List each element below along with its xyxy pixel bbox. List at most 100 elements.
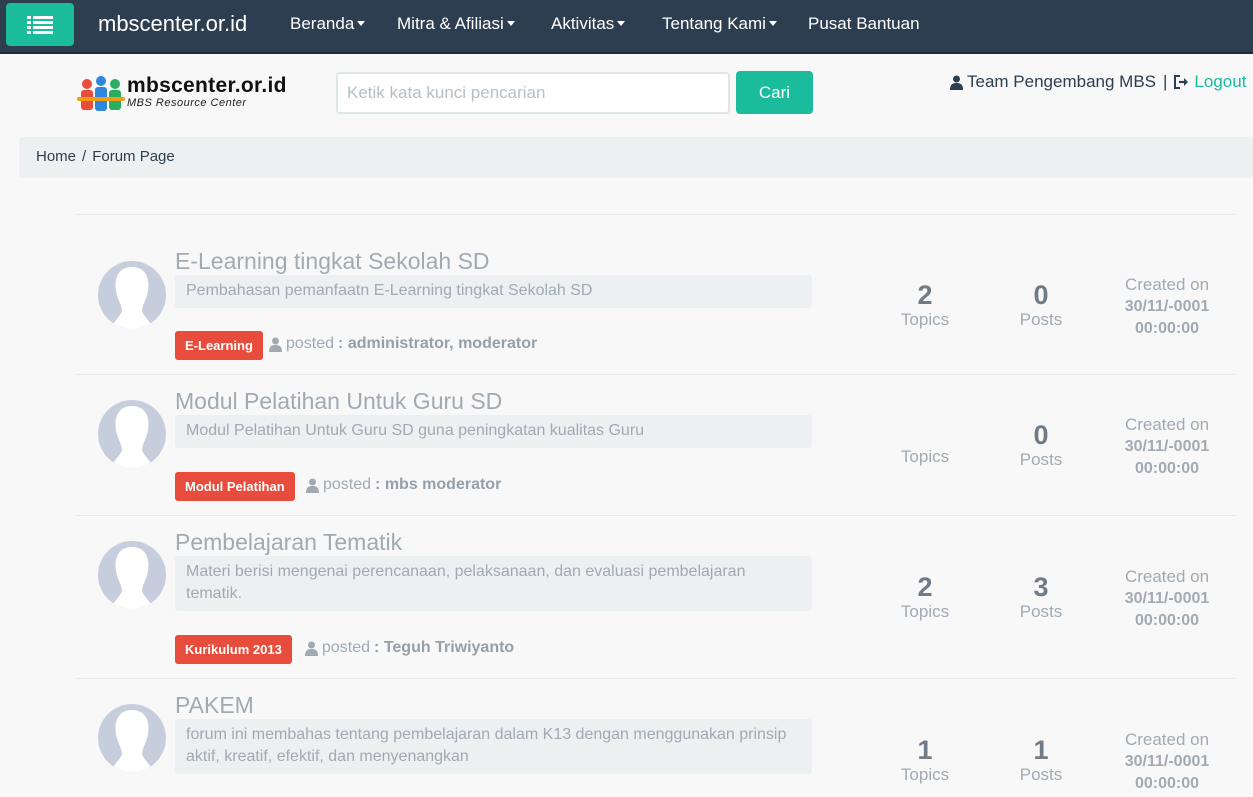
created-date: 30/11/-0001 [1124, 590, 1210, 607]
user-icon [306, 478, 319, 493]
created-label: Created on [1124, 275, 1210, 294]
avatar [98, 704, 166, 772]
topics-count: 2 [917, 280, 933, 310]
menu-toggle-button[interactable] [6, 3, 74, 46]
created-label: Created on [1124, 415, 1210, 434]
search-input[interactable] [336, 72, 730, 114]
posted-label: posted [286, 335, 335, 352]
posts-count: 1 [1033, 735, 1049, 765]
posted-by-names: : Teguh Triwiyanto [374, 639, 515, 656]
breadcrumb: Home / Forum Page [19, 137, 1253, 178]
posts-stat: 3 Posts [981, 572, 1101, 622]
posted-by: posted: mbs moderator [306, 476, 501, 494]
forum-title-link[interactable]: PAKEM [175, 692, 254, 719]
breadcrumb-separator: / [82, 148, 87, 165]
topics-stat: 2 Topics [865, 572, 985, 622]
posts-stat: 0 Posts [981, 280, 1101, 330]
caret-down-icon [506, 21, 515, 26]
sign-out-icon [1174, 75, 1189, 89]
created-time: 00:00:00 [1134, 460, 1200, 477]
nav-item-label: Pusat Bantuan [808, 14, 920, 33]
forum-title-link[interactable]: E-Learning tingkat Sekolah SD [175, 248, 490, 275]
posts-count: 3 [1033, 572, 1049, 602]
created-time: 00:00:00 [1134, 320, 1200, 337]
forum-row[interactable]: E-Learning tingkat Sekolah SD Pembahasan… [76, 235, 1235, 375]
posted-by-names: : administrator, moderator [338, 335, 538, 352]
topics-label: Topics [900, 765, 950, 784]
forum-description: Pembahasan pemanfaatn E-Learning tingkat… [175, 275, 812, 308]
posts-label: Posts [1019, 765, 1063, 784]
topics-count: 2 [917, 572, 933, 602]
forum-title-link[interactable]: Pembelajaran Tematik [175, 529, 402, 556]
topics-count: 1 [917, 735, 933, 765]
forum-description: Materi berisi mengenai perencanaan, pela… [175, 556, 812, 611]
nav-item-tentang-kami[interactable]: Tentang Kami [662, 14, 777, 34]
created-time: 00:00:00 [1134, 775, 1200, 792]
forum-tag[interactable]: Kurikulum 2013 [175, 635, 292, 664]
posted-label: posted [322, 639, 371, 656]
user-name-link[interactable]: Team Pengembang MBS [967, 72, 1156, 92]
logout-label: Logout [1194, 72, 1247, 91]
created-info: Created on 30/11/-0001 00:00:00 [1096, 413, 1238, 480]
top-navbar: mbscenter.or.id Beranda Mitra & Afiliasi… [0, 0, 1253, 54]
user-silhouette-icon [110, 267, 154, 329]
posts-label: Posts [1019, 310, 1063, 329]
nav-item-label: Mitra & Afiliasi [397, 14, 504, 33]
posts-count: 0 [1033, 420, 1049, 450]
created-label: Created on [1124, 567, 1210, 586]
separator: | [1163, 72, 1168, 91]
logo-text: mbscenter.or.id [127, 74, 287, 97]
breadcrumb-current: Forum Page [92, 148, 175, 165]
list-icon [27, 15, 53, 34]
logout-link[interactable]: Logout [1174, 72, 1246, 92]
created-info: Created on 30/11/-0001 00:00:00 [1096, 273, 1238, 340]
avatar [98, 541, 166, 609]
topics-stat: Topics [865, 420, 985, 467]
user-silhouette-icon [110, 406, 154, 468]
nav-item-aktivitas[interactable]: Aktivitas [551, 14, 626, 34]
breadcrumb-home[interactable]: Home [36, 148, 76, 165]
posts-count: 0 [1033, 280, 1049, 310]
forum-row[interactable]: Modul Pelatihan Untuk Guru SD Modul Pela… [76, 375, 1235, 516]
forum-tag[interactable]: Modul Pelatihan [175, 472, 295, 501]
nav-item-beranda[interactable]: Beranda [290, 14, 366, 34]
created-time: 00:00:00 [1134, 612, 1200, 629]
posted-by: posted: Teguh Triwiyanto [305, 639, 514, 657]
site-logo[interactable]: mbscenter.or.id MBS Resource Center [77, 73, 312, 113]
nav-item-label: Aktivitas [551, 14, 615, 33]
topics-stat: 2 Topics [865, 280, 985, 330]
caret-down-icon [768, 21, 777, 26]
forum-description: Modul Pelatihan Untuk Guru SD guna penin… [175, 415, 812, 448]
avatar [98, 261, 166, 329]
logo-subtitle: MBS Resource Center [127, 97, 247, 109]
created-date: 30/11/-0001 [1124, 298, 1210, 315]
people-logo-icon [77, 76, 125, 111]
nav-item-pusat-bantuan[interactable]: Pusat Bantuan [808, 14, 920, 34]
forum-tag[interactable]: E-Learning [175, 331, 263, 360]
posts-label: Posts [1019, 602, 1063, 621]
user-silhouette-icon [110, 710, 154, 772]
posted-by-names: : mbs moderator [375, 476, 502, 493]
posts-label: Posts [1019, 450, 1063, 469]
divider [76, 214, 1235, 215]
topics-label: Topics [900, 310, 950, 329]
forum-row[interactable]: Pembelajaran Tematik Materi berisi menge… [76, 516, 1235, 679]
user-silhouette-icon [110, 547, 154, 609]
forum-title-link[interactable]: Modul Pelatihan Untuk Guru SD [175, 388, 502, 415]
created-label: Created on [1124, 730, 1210, 749]
caret-down-icon [617, 21, 626, 26]
posts-stat: 1 Posts [981, 735, 1101, 785]
forum-description: forum ini membahas tentang pembelajaran … [175, 719, 812, 774]
navbar-brand[interactable]: mbscenter.or.id [98, 11, 247, 37]
created-info: Created on 30/11/-0001 00:00:00 [1096, 565, 1238, 632]
posts-stat: 0 Posts [981, 420, 1101, 470]
search-button[interactable]: Cari [736, 71, 813, 114]
nav-item-label: Beranda [290, 14, 355, 33]
user-icon [269, 337, 282, 352]
nav-item-mitra-afiliasi[interactable]: Mitra & Afiliasi [397, 14, 515, 34]
forum-row[interactable]: PAKEM forum ini membahas tentang pembela… [76, 679, 1235, 797]
created-date: 30/11/-0001 [1124, 438, 1210, 455]
topics-count [865, 420, 985, 450]
posted-by: posted: administrator, moderator [269, 335, 537, 353]
created-date: 30/11/-0001 [1124, 753, 1210, 770]
